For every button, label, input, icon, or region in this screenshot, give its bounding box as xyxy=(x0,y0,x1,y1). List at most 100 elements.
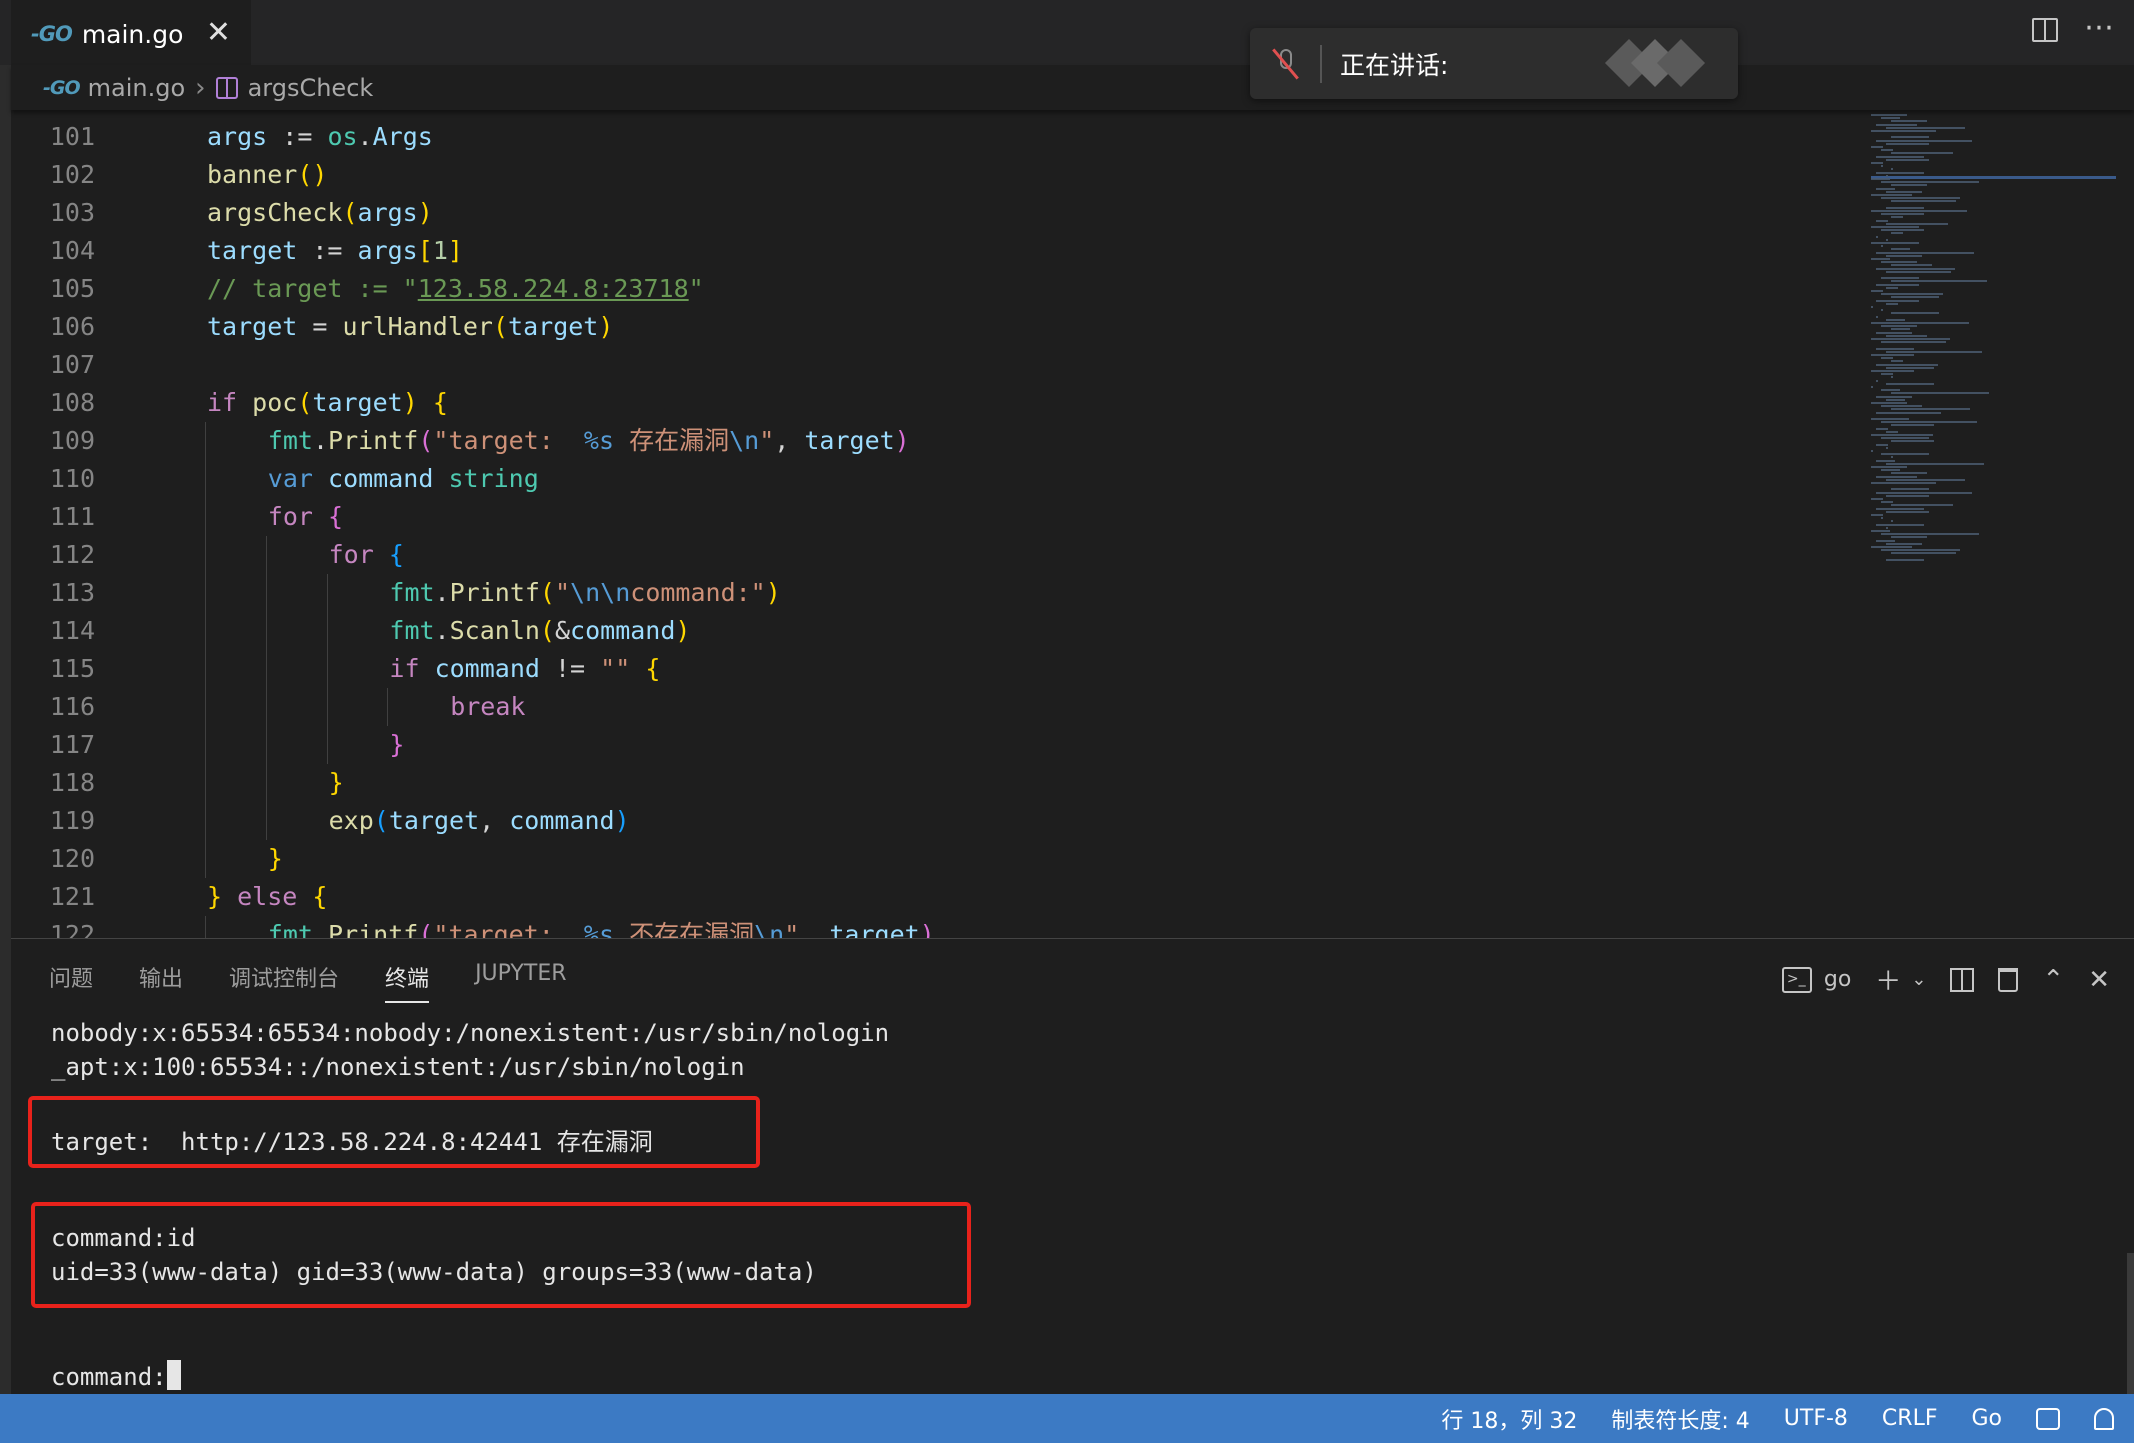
minimap-line xyxy=(1886,542,1922,545)
minimap-line xyxy=(1871,354,1915,356)
code-line[interactable]: 122 fmt.Printf("target: %s 不存在漏洞\n", targ… xyxy=(11,916,1861,938)
minimap-line xyxy=(1876,459,1896,462)
tab-problems[interactable]: 问题 xyxy=(49,961,93,1003)
minimap-line xyxy=(1876,299,1920,302)
minimap-line xyxy=(1886,494,1930,497)
encoding[interactable]: UTF-8 xyxy=(1784,1406,1848,1431)
minimap-line xyxy=(1876,491,1972,494)
line-number: 105 xyxy=(49,274,95,303)
breadcrumb-symbol[interactable]: argsCheck xyxy=(248,74,374,102)
minimap-line xyxy=(1881,213,1925,216)
code-line[interactable]: 110 var command string xyxy=(11,460,1861,498)
close-panel-icon[interactable]: ✕ xyxy=(2088,965,2110,995)
minimap-line xyxy=(1886,478,1966,481)
indent-guide xyxy=(326,574,328,612)
tab-terminal[interactable]: 终端 xyxy=(385,961,430,1003)
line-text: fmt.Printf("target: %s 不存在漏洞\n", target) xyxy=(267,920,935,938)
close-icon[interactable]: ✕ xyxy=(206,15,231,50)
minimap-line xyxy=(1891,392,1990,395)
code-line[interactable]: 118} xyxy=(11,764,1861,802)
minimap-line xyxy=(1881,117,1901,120)
chevron-up-icon[interactable]: ⌃ xyxy=(2042,965,2064,995)
language-mode[interactable]: Go xyxy=(1971,1406,2002,1431)
split-terminal-icon[interactable] xyxy=(1950,967,1975,992)
code-line[interactable]: 121} else { xyxy=(11,878,1861,916)
breadcrumb-file[interactable]: main.go xyxy=(88,74,186,102)
minimap-line xyxy=(1876,411,1941,414)
cursor-position[interactable]: 行 18，列 32 xyxy=(1441,1403,1577,1435)
minimap-line xyxy=(1876,443,1888,446)
code-line[interactable]: 116 break xyxy=(11,688,1861,726)
panel-actions: >_ go ＋ ⌄ ⌃ ✕ xyxy=(1781,961,2110,998)
minimap-line xyxy=(1881,357,1893,360)
notifications-bell-icon[interactable] xyxy=(2094,1407,2114,1430)
mic-muted-icon[interactable] xyxy=(1272,47,1300,81)
line-number: 118 xyxy=(49,768,95,797)
line-number: 116 xyxy=(49,692,95,721)
code-line[interactable]: 109 fmt.Printf("target: %s 存在漏洞\n", targe… xyxy=(11,422,1861,460)
line-text: for { xyxy=(328,540,404,569)
activity-strip xyxy=(0,0,11,1394)
line-text: var command string xyxy=(267,464,539,493)
editor-actions: ⋯ xyxy=(2032,10,2114,45)
split-editor-icon[interactable] xyxy=(2032,18,2058,42)
indentation[interactable]: 制表符长度: 4 xyxy=(1611,1403,1749,1435)
code-line[interactable]: 119 exp(target, command) xyxy=(11,802,1861,840)
tab-debug-console[interactable]: 调试控制台 xyxy=(229,961,339,1003)
code-line[interactable]: 102 banner() xyxy=(11,156,1861,194)
minimap-line xyxy=(1881,437,1929,440)
line-number: 115 xyxy=(49,654,95,683)
indent-guide xyxy=(326,612,328,650)
minimap-line xyxy=(1891,232,1903,235)
panel-scrollbar[interactable] xyxy=(2127,1253,2134,1395)
line-number: 111 xyxy=(49,502,95,531)
minimap-line xyxy=(1881,373,1893,376)
minimap-line xyxy=(1881,469,1901,472)
code-line[interactable]: 104 target := args[1] xyxy=(11,232,1861,270)
code-line[interactable]: 103 argsCheck(args) xyxy=(11,194,1861,232)
tab-output[interactable]: 输出 xyxy=(139,961,183,1003)
code-editor[interactable]: 101 args := os.Args 102 banner() 103 argsChec… xyxy=(11,110,2134,938)
more-actions-icon[interactable]: ⋯ xyxy=(2084,10,2114,45)
code-line[interactable]: 115 if command != "" { xyxy=(11,650,1861,688)
minimap-line xyxy=(1876,283,1920,286)
minimap-line xyxy=(1876,315,1879,318)
terminal-profile[interactable]: go xyxy=(1824,967,1851,992)
minimap-line xyxy=(1891,552,1956,555)
code-line[interactable]: 107 xyxy=(11,346,1861,384)
code-line[interactable]: 111 for { xyxy=(11,498,1861,536)
code-line[interactable]: 113 fmt.Printf("\n\ncommand:") xyxy=(11,574,1861,612)
minimap-line xyxy=(1886,382,1934,385)
code-line[interactable]: 117} xyxy=(11,726,1861,764)
speaking-overlay: 正在讲话: xyxy=(1250,28,1738,99)
minimap[interactable] xyxy=(1871,110,2121,710)
feedback-icon[interactable] xyxy=(2036,1407,2060,1430)
minimap-line xyxy=(1876,187,1896,190)
terminal-prompt[interactable]: command: xyxy=(51,1360,181,1391)
minimap-line xyxy=(1871,162,1883,164)
minimap-line xyxy=(1886,270,1951,273)
line-number: 106 xyxy=(49,312,95,341)
code-line[interactable]: 106 target = urlHandler(target) xyxy=(11,308,1861,346)
code-line[interactable]: 114 fmt.Scanln(&command) xyxy=(11,612,1861,650)
minimap-line xyxy=(1881,325,1917,328)
line-text: if command != "" { xyxy=(389,654,661,683)
chevron-down-icon[interactable]: ⌄ xyxy=(1911,969,1926,990)
minimap-line xyxy=(1876,219,1888,222)
line-number: 117 xyxy=(49,730,95,759)
tab-main-go[interactable]: -GO main.go ✕ xyxy=(11,0,251,65)
code-line[interactable]: 105 // target := "123.58.224.8:23718" xyxy=(11,270,1861,308)
minimap-line xyxy=(1886,302,1898,305)
end-of-line[interactable]: CRLF xyxy=(1882,1406,1938,1431)
minimap-line xyxy=(1876,347,1915,350)
line-text: // target := "123.58.224.8:23718" xyxy=(207,274,704,303)
line-text: argsCheck(args) xyxy=(207,198,433,227)
code-line[interactable]: 120} xyxy=(11,840,1861,878)
tab-jupyter[interactable]: JUPYTER xyxy=(475,961,566,1003)
add-terminal-icon[interactable]: ＋ xyxy=(1875,961,1901,998)
code-line[interactable]: 108 if poc(target) { xyxy=(11,384,1861,422)
code-line[interactable]: 112 for { xyxy=(11,536,1861,574)
minimap-line xyxy=(1886,446,1889,449)
trash-icon[interactable] xyxy=(1998,967,2019,992)
code-line[interactable]: 101 args := os.Args xyxy=(11,118,1861,156)
